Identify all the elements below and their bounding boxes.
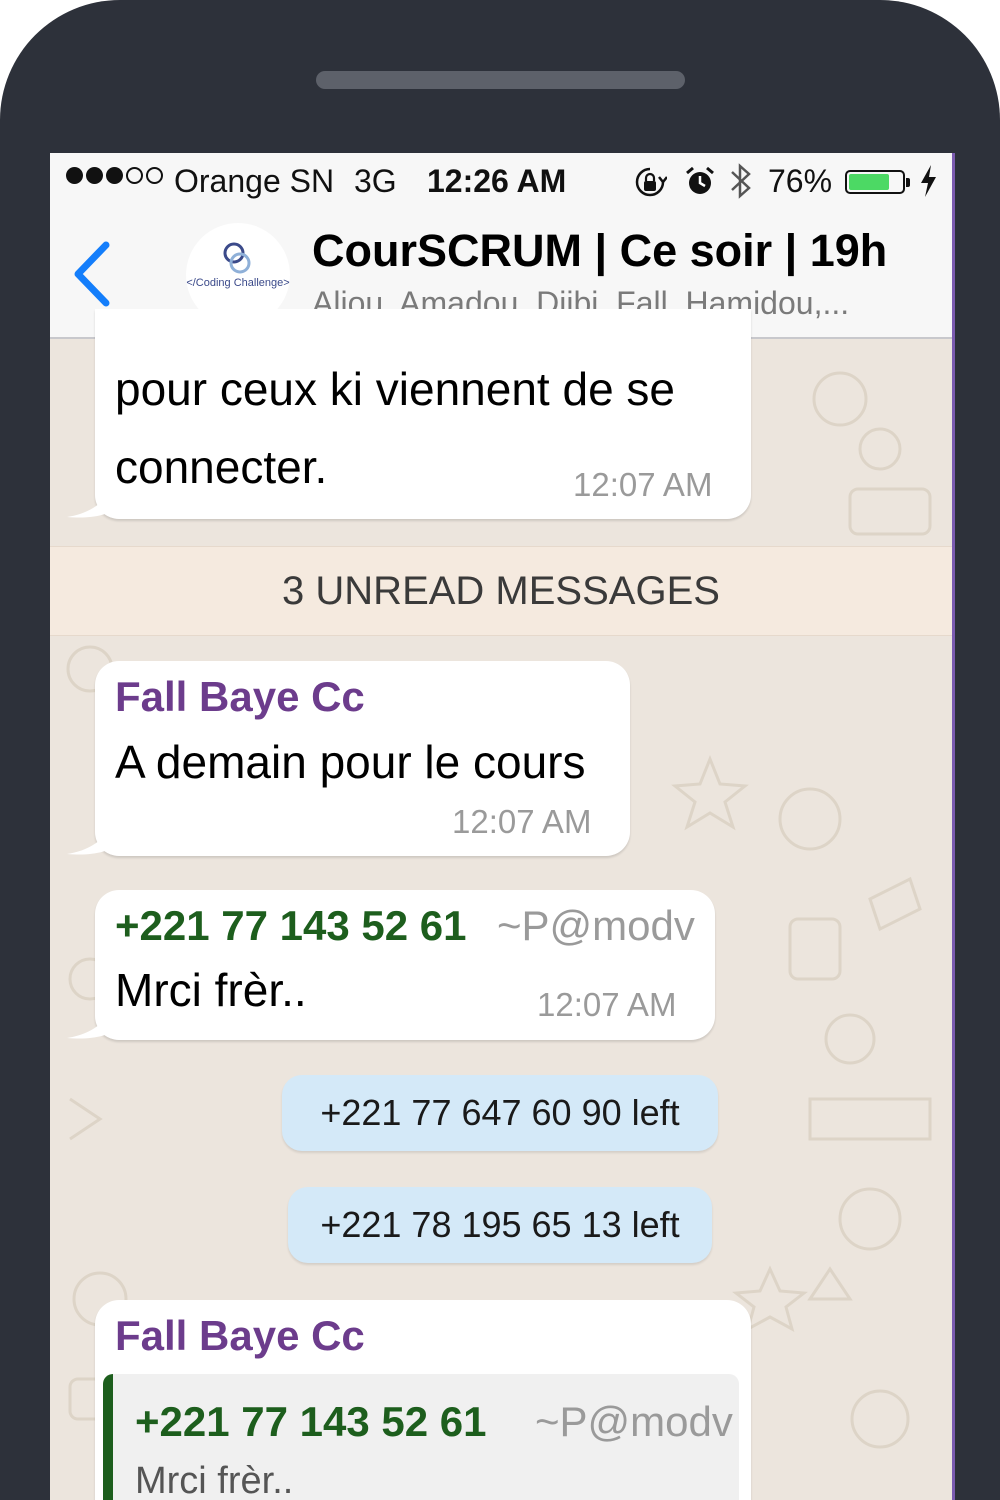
signal-dot	[146, 167, 163, 184]
clock: 12:26 AM	[427, 163, 567, 199]
message-text: pour ceux ki viennent de se	[115, 363, 676, 415]
quote-sender-phone: +221 77 143 52 61	[135, 1398, 487, 1445]
signal-dot	[106, 167, 123, 184]
signal-strength	[66, 167, 163, 184]
signal-dot	[126, 167, 143, 184]
quote-sender-alias: ~P@modv	[535, 1398, 733, 1445]
bubble-tail	[67, 816, 117, 855]
message-text: connecter.	[115, 441, 328, 493]
battery-tip	[906, 178, 910, 187]
signal-dot	[86, 167, 103, 184]
chat-screen: Orange SN 3G 12:26 AM 76% </Coding Chall…	[50, 153, 955, 1500]
sender-alias: ~P@modv	[497, 902, 695, 949]
quoted-message[interactable]: +221 77 143 52 61 ~P@modv Mrci frèr..	[103, 1374, 739, 1500]
message-text: Mrci frèr..	[115, 964, 307, 1016]
sender-phone[interactable]: +221 77 143 52 61	[115, 902, 467, 950]
sender-name[interactable]: Fall Baye Cc	[115, 673, 365, 721]
chat-title[interactable]: CourSCRUM | Ce soir | 19h	[312, 225, 887, 277]
quote-accent-bar	[103, 1374, 113, 1500]
signal-dot	[66, 167, 83, 184]
phone-frame: Orange SN 3G 12:26 AM 76% </Coding Chall…	[0, 0, 1000, 1500]
status-bar: Orange SN 3G 12:26 AM 76%	[50, 153, 952, 211]
message-time: 12:07 AM	[537, 986, 677, 1023]
network-type: 3G	[354, 163, 397, 199]
system-message-left: +221 77 647 60 90 left	[282, 1075, 718, 1151]
battery-icon	[845, 170, 910, 194]
message-bubble[interactable]: pour ceux ki viennent de se connecter. 1…	[67, 309, 751, 519]
chevron-left-icon	[74, 241, 110, 307]
message-time: 12:07 AM	[573, 466, 713, 503]
back-button[interactable]	[68, 239, 118, 309]
carrier-name: Orange SN	[174, 163, 335, 199]
battery-percent: 76%	[768, 163, 833, 199]
message-text: A demain pour le cours	[115, 736, 586, 788]
avatar-logo-text: </Coding Challenge>	[186, 277, 289, 289]
rotation-lock-icon	[633, 165, 668, 207]
bubble-tail	[67, 479, 117, 518]
bubble-tail	[67, 1000, 117, 1039]
message-time: 12:07 AM	[452, 803, 592, 840]
message-bubble[interactable]: +221 77 143 52 61 ~P@modv Mrci frèr.. 12…	[67, 890, 715, 1040]
message-bubble[interactable]: Fall Baye Cc +221 77 143 52 61 ~P@modv M…	[95, 1300, 751, 1500]
battery-fill	[849, 174, 889, 190]
bluetooth-icon	[728, 161, 754, 209]
alarm-icon	[684, 165, 716, 205]
quote-text: Mrci frèr..	[135, 1460, 294, 1500]
message-bubble[interactable]: Fall Baye Cc A demain pour le cours 12:0…	[67, 661, 630, 856]
system-message-left: +221 78 195 65 13 left	[288, 1187, 712, 1263]
phone-speaker	[316, 71, 685, 89]
message-list[interactable]: pour ceux ki viennent de se connecter. 1…	[50, 309, 952, 1500]
charging-icon	[918, 163, 938, 207]
sender-name[interactable]: Fall Baye Cc	[115, 1312, 365, 1360]
unread-divider: 3 UNREAD MESSAGES	[50, 546, 952, 636]
